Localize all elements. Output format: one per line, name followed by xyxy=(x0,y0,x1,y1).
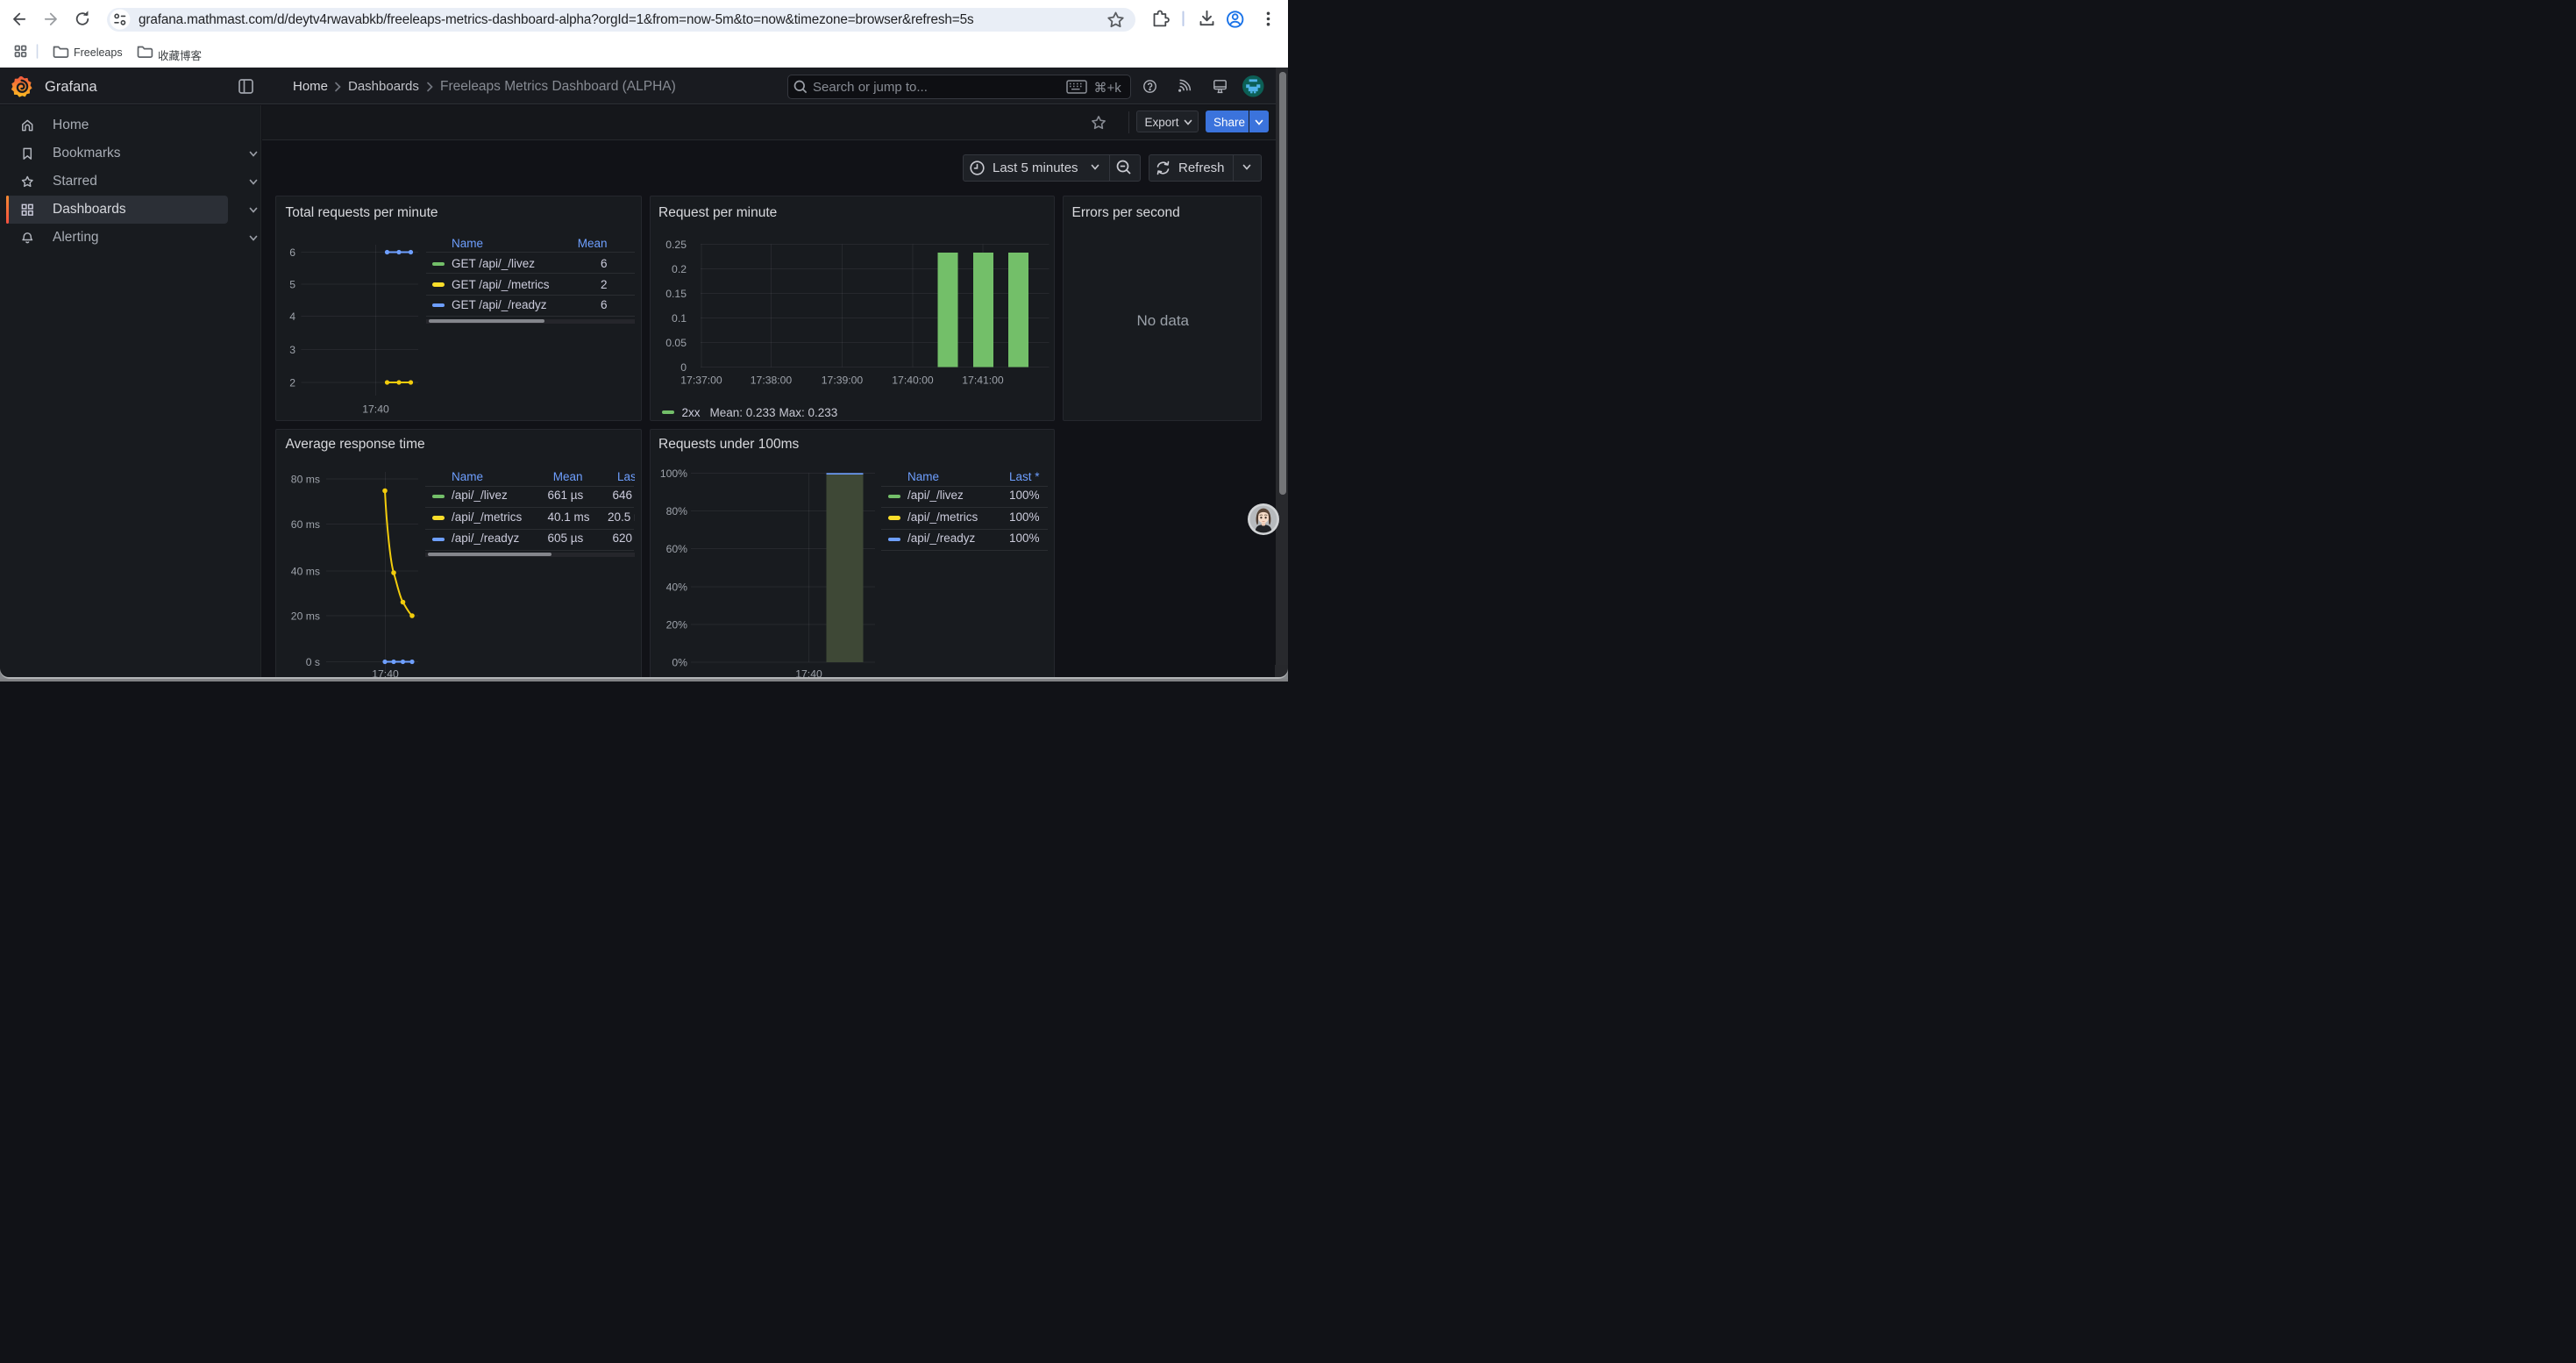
svg-text:17:38:00: 17:38:00 xyxy=(750,375,792,387)
svg-text:5: 5 xyxy=(289,279,295,291)
svg-text:4: 4 xyxy=(289,310,295,323)
svg-text:17:40: 17:40 xyxy=(362,403,389,416)
svg-text:100%: 100% xyxy=(659,467,687,480)
svg-text:17:37:00: 17:37:00 xyxy=(680,375,722,387)
svg-text:20%: 20% xyxy=(665,619,687,632)
svg-text:40 ms: 40 ms xyxy=(290,566,319,578)
svg-text:0: 0 xyxy=(680,361,687,374)
svg-text:3: 3 xyxy=(289,344,295,356)
svg-text:80%: 80% xyxy=(665,505,687,517)
svg-text:17:41:00: 17:41:00 xyxy=(962,375,1004,387)
svg-text:20 ms: 20 ms xyxy=(290,610,319,623)
svg-text:17:40:00: 17:40:00 xyxy=(892,375,934,387)
svg-text:17:39:00: 17:39:00 xyxy=(821,375,863,387)
svg-text:0.25: 0.25 xyxy=(665,239,687,251)
svg-text:2: 2 xyxy=(289,377,295,389)
svg-text:0 s: 0 s xyxy=(305,656,319,668)
svg-text:80 ms: 80 ms xyxy=(290,474,319,486)
svg-text:60%: 60% xyxy=(665,543,687,555)
svg-text:0%: 0% xyxy=(672,657,687,669)
svg-text:60 ms: 60 ms xyxy=(290,518,319,531)
svg-text:0.05: 0.05 xyxy=(665,337,687,349)
svg-text:6: 6 xyxy=(289,246,295,259)
svg-text:0.15: 0.15 xyxy=(665,288,687,300)
svg-text:40%: 40% xyxy=(665,582,687,594)
svg-text:0.2: 0.2 xyxy=(672,263,687,275)
svg-text:0.1: 0.1 xyxy=(672,312,687,325)
